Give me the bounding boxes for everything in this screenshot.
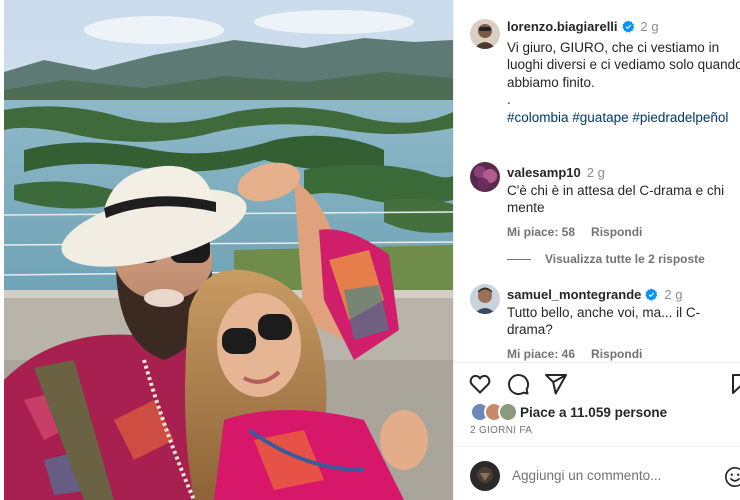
send-icon[interactable]: [544, 372, 568, 396]
username[interactable]: lorenzo.biagiarelli: [507, 19, 618, 34]
comment-icon[interactable]: [506, 372, 530, 396]
comment-age: 2 g: [586, 165, 605, 180]
post-photo[interactable]: [4, 0, 453, 500]
reply-button[interactable]: Rispondi: [591, 225, 642, 239]
avatar: [470, 461, 500, 491]
caption-text: Vi giuro, GIURO, che ci vestiamo in luog…: [507, 39, 740, 108]
post-side-panel: lorenzo.biagiarelli 2 g Vi giuro, GIURO, …: [454, 0, 740, 500]
comment-likes[interactable]: Mi piace: 58: [507, 225, 575, 239]
view-replies-label: Visualizza tutte le 2 risposte: [545, 252, 705, 266]
separator: [454, 446, 740, 447]
bookmark-icon[interactable]: [728, 372, 740, 396]
add-comment-bar: [470, 460, 740, 492]
likes-count[interactable]: Piace a 11.059 persone: [520, 405, 667, 420]
heart-icon[interactable]: [468, 372, 492, 396]
comment-text: C'è chi è in attesa del C-drama e chi me…: [507, 182, 725, 216]
emoji-icon[interactable]: [724, 466, 740, 488]
hashtags[interactable]: #colombia #guatape #piedradelpeñol: [507, 109, 740, 127]
separator: [454, 362, 740, 363]
verified-badge-icon: [621, 20, 634, 33]
view-replies-button[interactable]: Visualizza tutte le 2 risposte: [507, 252, 705, 266]
reply-button[interactable]: Rispondi: [591, 347, 642, 361]
replies-line: [507, 259, 531, 261]
comment-likes[interactable]: Mi piace: 46: [507, 347, 575, 361]
avatar[interactable]: [470, 284, 500, 314]
verified-badge-icon: [645, 288, 658, 301]
action-bar: [468, 372, 740, 398]
post-age: 2 g: [640, 19, 659, 34]
liker-avatars: [470, 402, 518, 422]
comment-username[interactable]: samuel_montegrande: [507, 287, 641, 302]
post-image: [4, 0, 453, 500]
avatar[interactable]: [470, 19, 500, 49]
comment-username[interactable]: valesamp10: [507, 165, 581, 180]
comment-input[interactable]: [512, 468, 712, 483]
comment-age: 2 g: [664, 287, 683, 302]
avatar[interactable]: [470, 162, 500, 192]
avatar: [498, 402, 518, 422]
comment-text: Tutto bello, anche voi, ma... il C-drama…: [507, 304, 701, 338]
post-date: 2 GIORNI FA: [470, 425, 533, 436]
